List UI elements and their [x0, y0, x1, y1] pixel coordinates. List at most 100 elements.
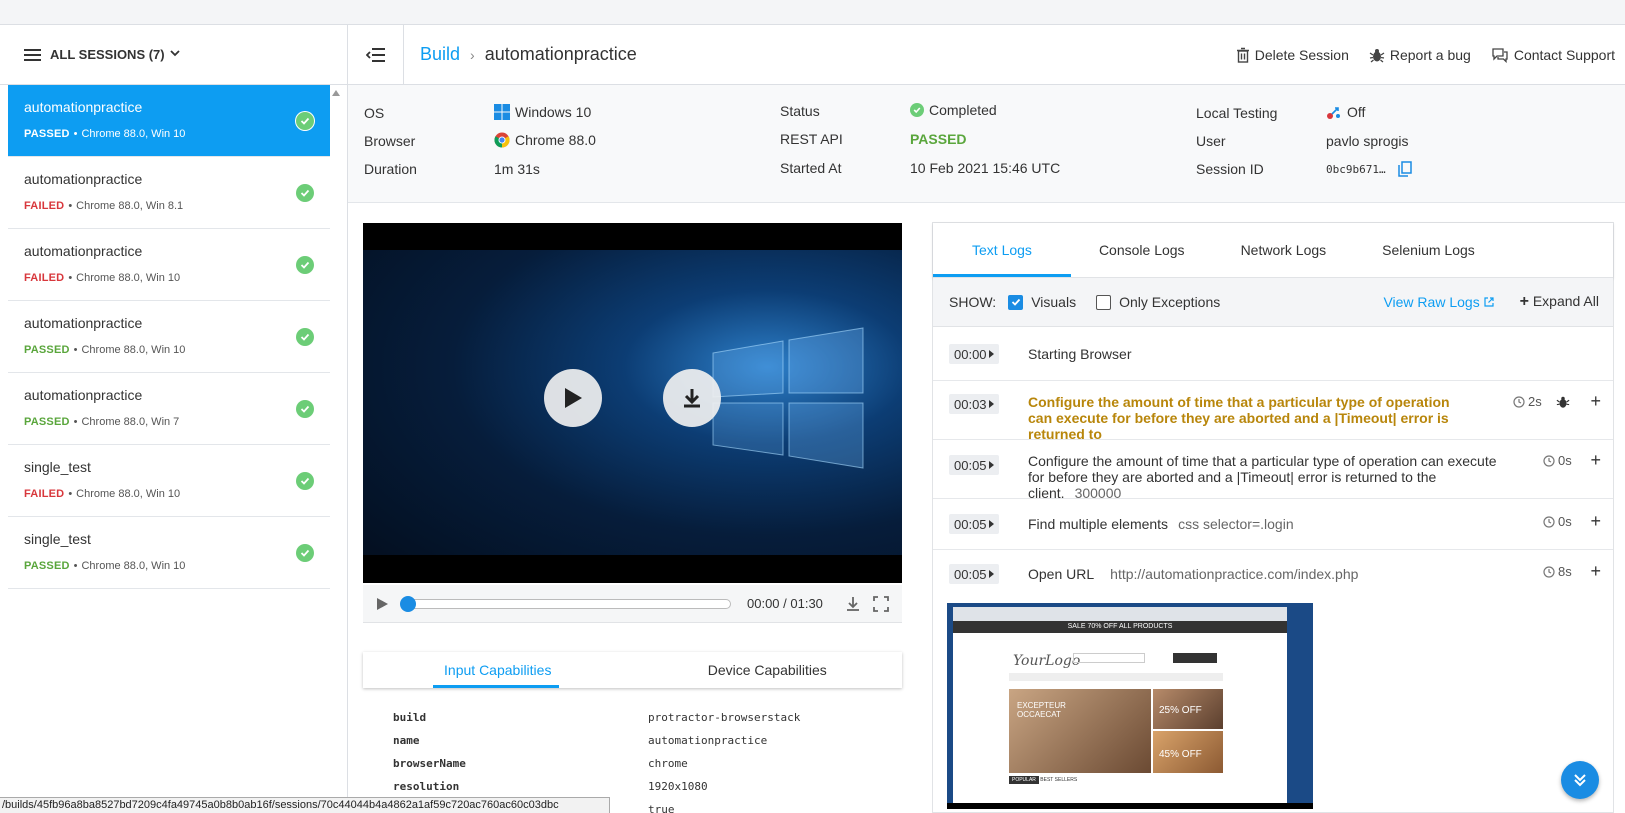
session-detail: Chrome 88.0, Win 7 — [81, 416, 180, 428]
log-duration-value: 0s — [1558, 514, 1572, 529]
collapse-sidebar-button[interactable] — [348, 24, 404, 85]
browser-top-strip — [0, 0, 1625, 25]
all-sessions-dropdown[interactable]: ALL SESSIONS (7) — [0, 25, 347, 85]
copy-icon[interactable] — [1397, 161, 1412, 177]
only-exceptions-checkbox[interactable] — [1096, 294, 1112, 310]
video-play-button[interactable] — [544, 369, 602, 427]
log-duration-value: 8s — [1558, 564, 1572, 579]
view-raw-logs-link[interactable]: View Raw Logs — [1383, 294, 1494, 310]
log-entry[interactable]: 00:03 Configure the amount of time that … — [933, 381, 1613, 442]
delete-session-button[interactable]: Delete Session — [1236, 47, 1349, 63]
log-entry[interactable]: 00:05 Configure the amount of time that … — [933, 440, 1613, 501]
tab-text-logs[interactable]: Text Logs — [933, 223, 1071, 277]
session-item[interactable]: single_test FAILED • Chrome 88.0, Win 10 — [8, 445, 330, 517]
capability-value: true — [648, 803, 675, 813]
expand-all-button[interactable]: + Expand All — [1520, 293, 1599, 311]
delete-session-label: Delete Session — [1254, 46, 1349, 63]
log-timestamp[interactable]: 00:00 — [949, 344, 999, 364]
log-filter-bar: SHOW: Visuals Only Exceptions View Raw L… — [933, 278, 1613, 327]
log-message: Configure the amount of time that a part… — [1028, 394, 1450, 442]
session-status: PASSED — [24, 416, 70, 428]
log-screenshot-thumbnail[interactable]: SALE 70% OFF ALL PRODUCTS YourLogo EXCEP… — [947, 603, 1313, 809]
clock-icon — [1543, 565, 1555, 578]
log-entry[interactable]: 00:05 Open URL http://automationpractice.… — [933, 550, 1613, 596]
session-title: single_test — [24, 531, 91, 547]
capability-value: chrome — [648, 757, 688, 770]
log-timestamp[interactable]: 00:05 — [949, 455, 999, 475]
report-bug-button[interactable]: Report a bug — [1369, 47, 1471, 63]
log-message: Find multiple elements css selector=.logi… — [1028, 516, 1294, 532]
capability-value: protractor-browserstack — [648, 711, 801, 724]
breadcrumb-current: automationpractice — [484, 44, 637, 64]
session-status: FAILED — [24, 200, 65, 212]
session-item[interactable]: automationpractice PASSED • Chrome 88.0, W… — [8, 85, 330, 157]
expand-entry-button[interactable]: + — [1590, 391, 1601, 412]
log-timestamp[interactable]: 00:05 — [949, 564, 999, 584]
capability-row: true — [393, 798, 873, 813]
log-argument: css selector=.login — [1178, 516, 1294, 532]
tab-input-capabilities[interactable]: Input Capabilities — [363, 652, 633, 688]
breadcrumb-build-link[interactable]: Build — [420, 44, 460, 65]
rest-api-label: REST API — [780, 131, 843, 147]
check-icon — [296, 256, 314, 274]
chevron-right-icon: › — [470, 46, 475, 63]
capability-row: resolution 1920x1080 — [393, 775, 873, 798]
contact-support-button[interactable]: Contact Support — [1491, 47, 1615, 63]
tab-network-logs[interactable]: Network Logs — [1213, 223, 1355, 277]
breadcrumb: Build › automationpractice — [420, 44, 637, 65]
capabilities-tabs: Input Capabilities Device Capabilities — [363, 652, 902, 688]
only-exceptions-label: Only Exceptions — [1119, 294, 1221, 310]
log-duration-value: 2s — [1528, 394, 1542, 409]
clock-icon — [1543, 454, 1555, 467]
session-status: PASSED — [24, 128, 70, 140]
session-item[interactable]: automationpractice FAILED • Chrome 88.0, W… — [8, 229, 330, 301]
thumb-sale-banner: SALE 70% OFF ALL PRODUCTS — [953, 621, 1287, 633]
scroll-up-arrow-icon[interactable] — [332, 90, 340, 96]
tab-device-capabilities[interactable]: Device Capabilities — [633, 652, 903, 688]
session-item[interactable]: single_test PASSED • Chrome 88.0, Win 10 — [8, 517, 330, 589]
bug-icon[interactable] — [1556, 395, 1570, 409]
session-status: PASSED — [24, 560, 70, 572]
visuals-checkbox[interactable] — [1008, 294, 1024, 310]
started-at-label: Started At — [780, 160, 842, 176]
sidebar-scrollbar[interactable] — [331, 85, 341, 813]
log-message: Configure the amount of time that a part… — [1028, 453, 1498, 501]
fullscreen-icon[interactable] — [873, 595, 889, 612]
report-bug-label: Report a bug — [1389, 46, 1471, 63]
log-entry[interactable]: 00:05 Find multiple elements css selector… — [933, 499, 1613, 550]
scroll-down-button[interactable] — [1561, 761, 1599, 799]
session-video-player[interactable] — [363, 223, 902, 583]
session-item[interactable]: automationpractice PASSED • Chrome 88.0, W… — [8, 301, 330, 373]
thumb-tab-popular: POPULAR — [1009, 776, 1039, 784]
tab-console-logs[interactable]: Console Logs — [1071, 223, 1213, 277]
log-timestamp[interactable]: 00:05 — [949, 514, 999, 534]
video-controls: 00:00 / 01:30 — [363, 585, 902, 623]
session-item[interactable]: automationpractice FAILED • Chrome 88.0, W… — [8, 157, 330, 229]
check-icon — [296, 400, 314, 418]
expand-entry-button[interactable]: + — [1590, 450, 1601, 471]
small-play-icon[interactable] — [375, 597, 389, 611]
session-id-value: 0bc9b671… — [1326, 162, 1386, 176]
rest-api-value: PASSED — [910, 131, 967, 147]
local-testing-icon — [1327, 107, 1340, 119]
expand-entry-button[interactable]: + — [1590, 511, 1601, 532]
capability-key: build — [393, 711, 427, 724]
clock-icon — [1543, 515, 1555, 528]
video-seek-slider[interactable] — [400, 595, 731, 612]
log-argument: http://automationpractice.com/index.php — [1110, 566, 1359, 582]
tab-selenium-logs[interactable]: Selenium Logs — [1354, 223, 1503, 277]
capability-row: build protractor-browserstack — [393, 706, 873, 729]
download-small-icon[interactable] — [845, 596, 861, 612]
log-entry[interactable]: 00:00 Starting Browser — [933, 327, 1613, 381]
user-label: User — [1196, 133, 1226, 149]
expand-entry-button[interactable]: + — [1590, 561, 1601, 582]
session-item[interactable]: automationpractice PASSED • Chrome 88.0, W… — [8, 373, 330, 445]
video-download-button[interactable] — [663, 369, 721, 427]
log-timestamp[interactable]: 00:03 — [949, 394, 999, 414]
capability-value: automationpractice — [648, 734, 768, 747]
status-value: Completed — [929, 102, 997, 118]
visuals-label: Visuals — [1031, 294, 1077, 310]
duration-value: 1m 31s — [494, 161, 540, 177]
seek-knob[interactable] — [400, 595, 416, 612]
session-status: FAILED — [24, 272, 65, 284]
